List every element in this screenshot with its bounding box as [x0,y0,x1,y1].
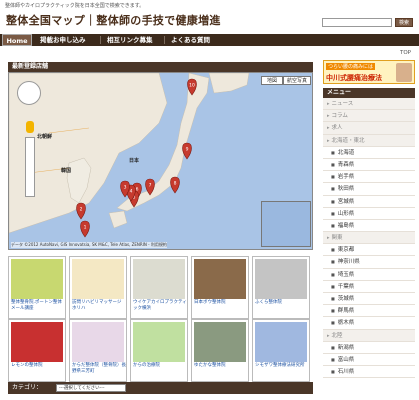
menu-subitem[interactable]: 山形県 [323,207,415,220]
store-thumbnail[interactable]: ゆたかな整体院 [191,319,249,382]
menu-subitem[interactable]: 宮城県 [323,195,415,208]
street-view-pegman-icon[interactable] [26,121,34,133]
store-photo [11,259,63,299]
menu-subitem[interactable]: 石川県 [323,366,415,379]
menu-subitem[interactable]: 埼玉県 [323,268,415,281]
menu-subitem[interactable]: 東京都 [323,244,415,257]
store-photo [255,259,307,299]
site-tagline: 整体師やカイロプラクティック院を日本全国で検索できます。 [5,3,145,9]
zoom-control[interactable] [25,137,35,197]
map-label-korea: 韓国 [61,168,72,174]
map-label-japan: 日本 [129,158,140,164]
menu-subitem[interactable]: 茨城県 [323,293,415,306]
menu-subitem[interactable]: 福島県 [323,219,415,233]
store-thumbnail[interactable]: レモンの整体院 [8,319,66,382]
store-caption[interactable]: ゆたかな整体院 [194,363,248,369]
store-thumbnail[interactable]: 整体整骨院.ポートン整体メール講座 [8,256,66,319]
pan-control[interactable] [17,81,41,105]
store-map[interactable]: 地図 航空写真 北朝鮮 韓国 日本 10 9 8 7 6 5 4 3 2 1 データ ©2012 … [8,72,313,250]
banner-tagline: つらい腰の痛みには [326,63,376,70]
sidebar-menu: ニュースコラム求人北海道・東北北海道青森県岩手県秋田県宮城県山形県福島県関東東京… [323,98,415,379]
store-caption[interactable]: ふくら整体院 [255,300,309,306]
store-thumbnail[interactable]: からの治療院 [130,319,188,382]
store-caption[interactable]: からの治療院 [133,363,187,369]
menu-subitem[interactable]: 秋田県 [323,183,415,196]
store-caption[interactable]: 日本ボウ整体院 [194,300,248,306]
menu-category[interactable]: 関東 [323,232,415,245]
store-thumbnail[interactable]: ウイケアカイロプラクティック横浜 [130,256,188,319]
top-link[interactable]: TOP [400,50,411,56]
banner-portrait [396,63,412,82]
menu-category[interactable]: コラム [323,110,415,123]
menu-subitem[interactable]: 千葉県 [323,280,415,293]
store-thumbnail[interactable]: シモザワ整体療法研究所 [252,319,310,382]
store-photo [194,322,246,362]
store-thumbnail[interactable]: からだ整体院（整骨院）長野県三芳町 [69,319,127,382]
nav-divider [100,36,101,44]
store-photo [11,322,63,362]
map-inset[interactable] [261,201,311,247]
menu-subitem[interactable]: 北海道 [323,146,415,159]
menu-subitem[interactable]: 栃木県 [323,317,415,330]
menu-subitem[interactable]: 群馬県 [323,305,415,318]
store-caption[interactable]: シモザワ整体療法研究所 [255,363,309,369]
banner-title: 中川式腰痛治療法 [326,74,382,82]
site-title[interactable]: 整体全国マップ｜整体師の手技で健康増進 [6,12,221,28]
store-photo [133,259,185,299]
nav-home[interactable]: Home [2,34,32,46]
latest-stores-header: 最新登録店舗 [8,62,313,72]
menu-header: メニュー [323,88,415,98]
category-label: カテゴリ： [12,384,43,391]
menu-subitem[interactable]: 富山県 [323,353,415,367]
map-label-north-korea: 北朝鮮 [37,134,53,140]
store-photo [133,322,185,362]
store-caption[interactable]: からだ整体院（整骨院）長野県三芳町 [72,363,126,375]
store-thumbnail[interactable]: ふくら整体院 [252,256,310,319]
search-button[interactable]: 検索 [395,18,413,27]
nav-apply[interactable]: 掲載お申し込み [40,34,86,46]
nav-faq[interactable]: よくある質問 [171,34,210,46]
menu-subitem[interactable]: 青森県 [323,158,415,172]
nav-divider [164,36,165,44]
map-attribution: データ ©2012 AutoNavi, GIS Innovatsia, SK M… [11,242,167,248]
promo-banner[interactable]: つらい腰の痛みには 中川式腰痛治療法 [323,60,415,84]
menu-subitem[interactable]: 岩手県 [323,171,415,184]
store-photo [72,259,124,299]
store-photo [72,322,124,362]
menu-category[interactable]: 求人 [323,122,415,135]
menu-category[interactable]: ニュース [323,98,415,111]
store-photo [255,322,307,362]
menu-subitem[interactable]: 新潟県 [323,341,415,354]
store-photo [194,259,246,299]
store-thumbnail[interactable]: 日本ボウ整体院 [191,256,249,319]
category-bar: カテゴリ： ---選択してください--- [8,382,313,394]
menu-category[interactable]: 北陸 [323,329,415,342]
satellite-view-button[interactable]: 航空写真 [283,76,311,85]
store-caption[interactable]: ウイケアカイロプラクティック横浜 [133,300,187,312]
store-caption[interactable]: 訪問リハビリマッサージ ホリハ [72,300,126,312]
search-input[interactable] [322,18,392,27]
store-caption[interactable]: 整体整骨院.ポートン整体メール講座 [11,300,65,312]
menu-category[interactable]: 北海道・東北 [323,134,415,147]
menu-subitem[interactable]: 神奈川県 [323,256,415,269]
store-thumbnail[interactable]: 訪問リハビリマッサージ ホリハ [69,256,127,319]
store-caption[interactable]: レモンの整体院 [11,363,65,369]
main-nav: Home 掲載お申し込み 相互リンク募集 よくある質問 [0,34,419,46]
nav-link-exchange[interactable]: 相互リンク募集 [107,34,153,46]
category-select[interactable]: ---選択してください--- [56,384,126,392]
map-view-button[interactable]: 地図 [261,76,283,85]
